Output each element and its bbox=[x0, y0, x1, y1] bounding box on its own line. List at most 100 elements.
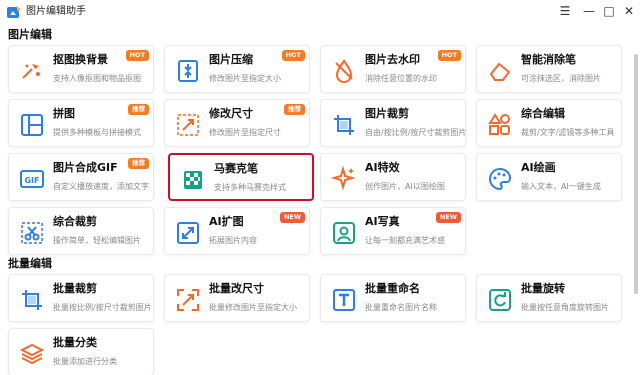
card-batch-rename[interactable]: 批量重命名 批量重命名图片名称 bbox=[320, 274, 466, 322]
collage-icon bbox=[21, 114, 43, 136]
card-tools[interactable]: 综合编辑 裁剪/文字/滤镜等多种工具 bbox=[476, 99, 622, 147]
card-desc: 批量添加进行分类 bbox=[53, 357, 117, 366]
card-batch-crop[interactable]: 批量裁剪 批量按比例/按尺寸裁剪图片 bbox=[8, 274, 154, 322]
card-title: 图片去水印 bbox=[365, 53, 420, 66]
card-title: 智能消除笔 bbox=[521, 53, 576, 66]
card-desc: 修改图片至指定大小 bbox=[209, 74, 281, 83]
card-resize[interactable]: 修改尺寸 修改图片至指定尺寸 推荐 bbox=[164, 99, 310, 147]
sparkle-icon bbox=[331, 166, 356, 191]
card-ai-effects[interactable]: AI特效 创作图片，AI以图绘图 bbox=[320, 153, 466, 201]
card-title: 马赛克笔 bbox=[214, 162, 258, 175]
recommend-badge: 推荐 bbox=[284, 104, 305, 115]
card-desc: 支持人像抠图和物品抠图 bbox=[53, 74, 141, 83]
card-desc: 批量修改图片至指定大小 bbox=[209, 303, 297, 312]
section-title-edit: 图片编辑 bbox=[8, 28, 52, 41]
card-title: 拼图 bbox=[53, 107, 75, 120]
card-desc: 操作简单，轻松编辑图片 bbox=[53, 236, 141, 245]
title-bar: 图片编辑助手 ☰ — □ ✕ bbox=[0, 0, 640, 24]
batch-resize-icon bbox=[177, 289, 199, 311]
card-desc: 支持多种马赛克样式 bbox=[214, 183, 286, 192]
card-combo-crop[interactable]: 综合裁剪 操作简单，轻松编辑图片 bbox=[8, 207, 154, 255]
card-gif[interactable]: GIF 图片合成GIF 自定义播放速度，添加文字 推荐 bbox=[8, 153, 154, 201]
card-title: 批量重命名 bbox=[365, 282, 420, 295]
palette-icon bbox=[489, 167, 512, 191]
card-title: 批量改尺寸 bbox=[209, 282, 264, 295]
recommend-badge: 推荐 bbox=[128, 158, 149, 169]
section-title-batch: 批量编辑 bbox=[8, 257, 52, 270]
card-title: 批量旋转 bbox=[521, 282, 565, 295]
card-batch-resize[interactable]: 批量改尺寸 批量修改图片至指定大小 bbox=[164, 274, 310, 322]
card-title: 图片压缩 bbox=[209, 53, 253, 66]
card-desc: 自定义播放速度，添加文字 bbox=[53, 182, 149, 191]
minimize-icon[interactable]: — bbox=[580, 2, 598, 20]
card-title: 批量裁剪 bbox=[53, 282, 97, 295]
expand-icon bbox=[177, 222, 199, 244]
hot-badge: HOT bbox=[281, 50, 305, 61]
hot-badge: HOT bbox=[125, 50, 149, 61]
card-desc: 自由/按比例/按尺寸裁剪图片 bbox=[365, 128, 467, 137]
card-title: AI特效 bbox=[365, 161, 400, 174]
card-title: 综合裁剪 bbox=[53, 215, 97, 228]
card-batch-classify[interactable]: 批量分类 批量添加进行分类 bbox=[8, 328, 154, 375]
card-compress[interactable]: 图片压缩 修改图片至指定大小 HOT bbox=[164, 45, 310, 93]
compress-icon bbox=[178, 60, 198, 82]
svg-text:GIF: GIF bbox=[24, 176, 39, 185]
watermark-remove-icon bbox=[335, 59, 353, 83]
card-title: AI写真 bbox=[365, 215, 400, 228]
card-crop[interactable]: 图片裁剪 自由/按比例/按尺寸裁剪图片 bbox=[320, 99, 466, 147]
card-title: 综合编辑 bbox=[521, 107, 565, 120]
resize-icon bbox=[177, 114, 199, 136]
vertical-scrollbar[interactable] bbox=[634, 54, 638, 294]
card-desc: 可涂抹选区，消除图片 bbox=[521, 74, 601, 83]
card-batch-rotate[interactable]: 批量旋转 批量按任意角度旋转图片 bbox=[476, 274, 622, 322]
card-title: 抠图换背景 bbox=[53, 53, 108, 66]
card-title: 批量分类 bbox=[53, 336, 97, 349]
card-desc: 让每一刻都充满艺术感 bbox=[365, 236, 445, 245]
card-desc: 拓展图片内容 bbox=[209, 236, 257, 245]
card-cutout[interactable]: 抠图换背景 支持人像抠图和物品抠图 HOT bbox=[8, 45, 154, 93]
rename-icon bbox=[333, 289, 355, 311]
card-mosaic[interactable]: 马赛克笔 支持多种马赛克样式 bbox=[168, 153, 314, 201]
gif-icon: GIF bbox=[20, 170, 44, 188]
layers-icon bbox=[19, 343, 45, 365]
card-desc: 创作图片，AI以图绘图 bbox=[365, 182, 445, 191]
rotate-icon bbox=[489, 289, 511, 311]
card-title: 修改尺寸 bbox=[209, 107, 253, 120]
card-watermark-remove[interactable]: 图片去水印 消除任意位置的水印 HOT bbox=[320, 45, 466, 93]
card-desc: 批量重命名图片名称 bbox=[365, 303, 437, 312]
tools-icon bbox=[488, 113, 510, 135]
eraser-icon bbox=[489, 62, 511, 81]
crop-icon bbox=[334, 115, 354, 135]
batch-crop-icon bbox=[22, 290, 42, 310]
new-badge: NEW bbox=[435, 212, 461, 223]
card-desc: 提供多种模板与拼接模式 bbox=[53, 128, 141, 137]
new-badge: NEW bbox=[279, 212, 305, 223]
card-title: AI扩图 bbox=[209, 215, 244, 228]
card-title: 图片合成GIF bbox=[53, 161, 118, 174]
hot-badge: HOT bbox=[437, 50, 461, 61]
card-desc: 修改图片至指定尺寸 bbox=[209, 128, 281, 137]
app-title: 图片编辑助手 bbox=[26, 6, 86, 17]
card-desc: 批量按比例/按尺寸裁剪图片 bbox=[53, 303, 152, 312]
scissors-icon bbox=[21, 222, 43, 244]
card-collage[interactable]: 拼图 提供多种模板与拼接模式 推荐 bbox=[8, 99, 154, 147]
card-ai-portrait[interactable]: AI写真 让每一刻都充满艺术感 NEW bbox=[320, 207, 466, 255]
portrait-icon bbox=[333, 222, 355, 244]
main-content: 图片编辑 抠图换背景 支持人像抠图和物品抠图 HOT 图片压缩 修改图片至指定大… bbox=[0, 24, 640, 375]
cutout-icon bbox=[22, 64, 40, 79]
card-desc: 消除任意位置的水印 bbox=[365, 74, 437, 83]
card-ai-painting[interactable]: AI绘画 输入文本，AI一键生成 bbox=[476, 153, 622, 201]
card-title: 图片裁剪 bbox=[365, 107, 409, 120]
card-title: AI绘画 bbox=[521, 161, 556, 174]
card-desc: 裁剪/文字/滤镜等多种工具 bbox=[521, 128, 615, 137]
mosaic-icon bbox=[184, 171, 202, 189]
recommend-badge: 推荐 bbox=[128, 104, 149, 115]
card-desc: 输入文本，AI一键生成 bbox=[521, 182, 601, 191]
card-ai-expand[interactable]: AI扩图 拓展图片内容 NEW bbox=[164, 207, 310, 255]
app-logo-icon bbox=[7, 6, 21, 18]
maximize-icon[interactable]: □ bbox=[600, 2, 618, 20]
close-icon[interactable]: ✕ bbox=[620, 2, 638, 20]
hamburger-icon[interactable]: ☰ bbox=[556, 2, 574, 20]
card-eraser[interactable]: 智能消除笔 可涂抹选区，消除图片 bbox=[476, 45, 622, 93]
card-desc: 批量按任意角度旋转图片 bbox=[521, 303, 609, 312]
